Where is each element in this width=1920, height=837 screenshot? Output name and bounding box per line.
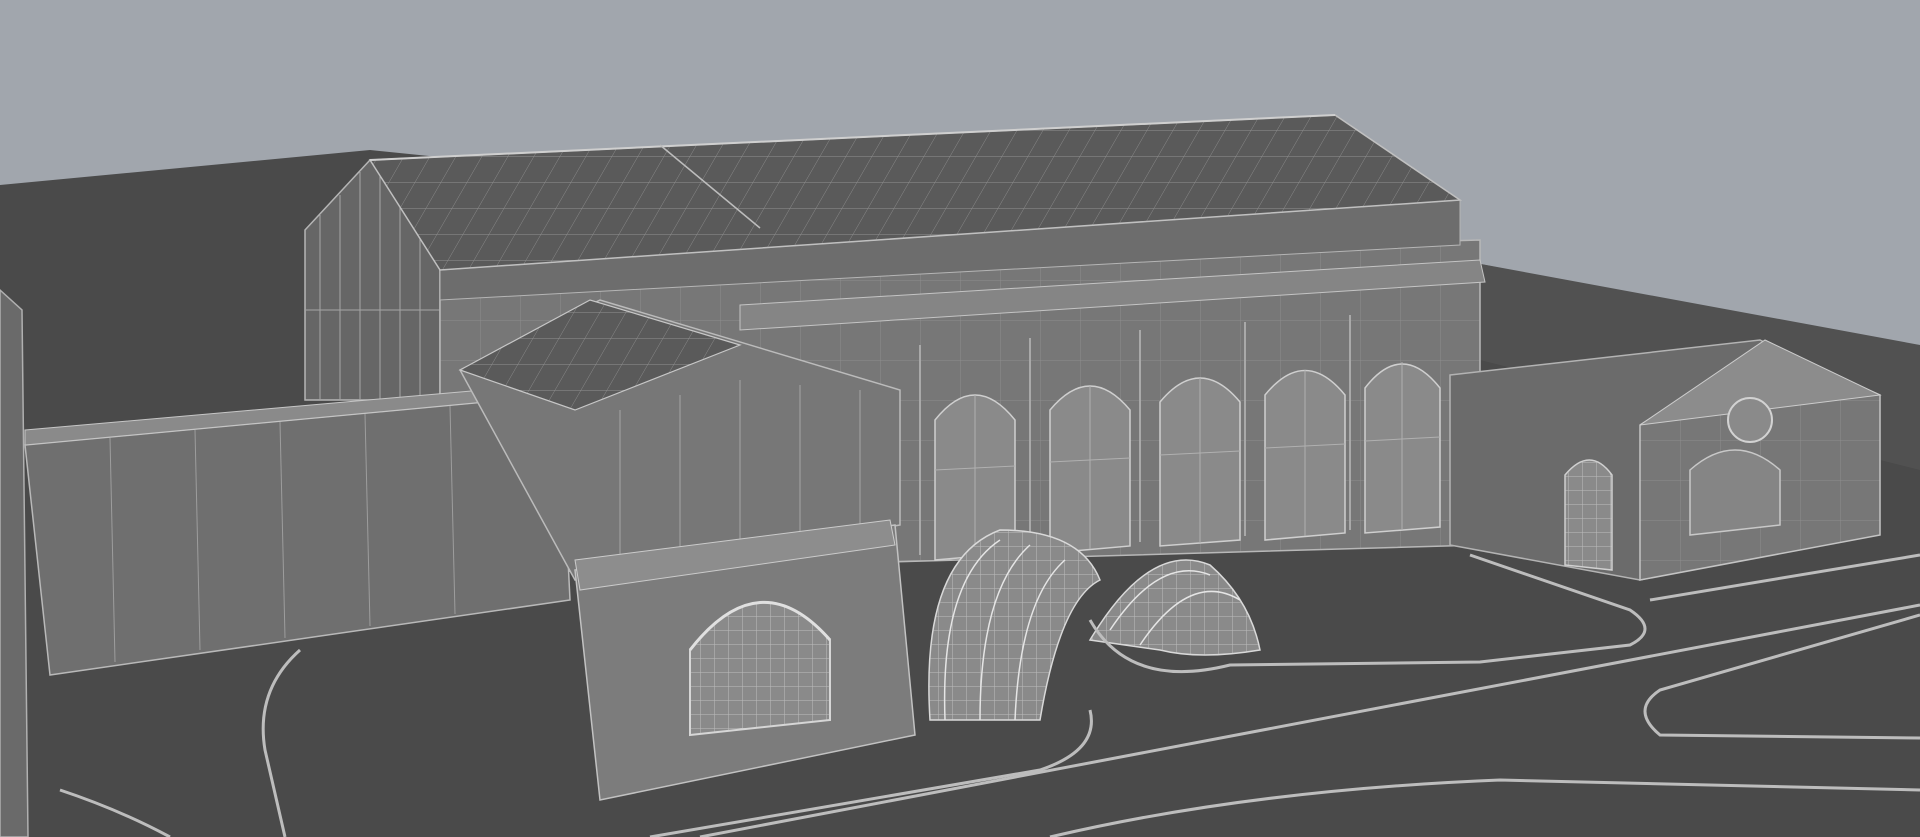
right-annex	[1449, 339, 1882, 581]
annex-arch-window	[1689, 449, 1781, 536]
round-window	[1727, 397, 1773, 443]
3d-viewport[interactable]	[0, 0, 1920, 837]
annex-arch-door	[1564, 459, 1613, 571]
wireframe-scene	[0, 0, 1920, 837]
